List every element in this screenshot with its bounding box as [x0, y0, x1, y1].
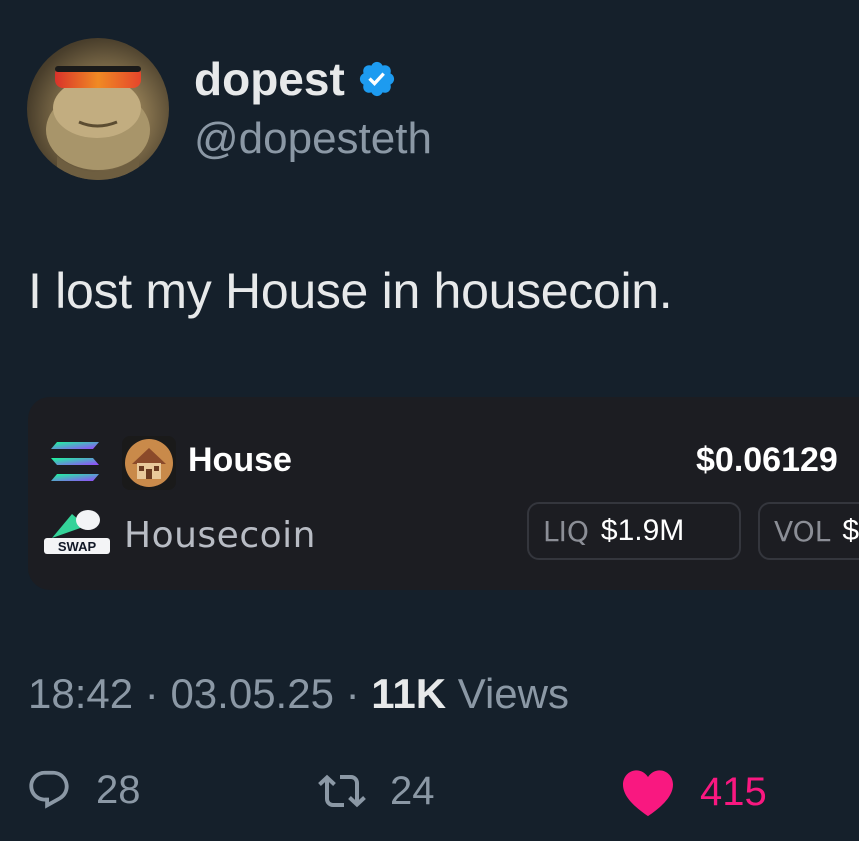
token-symbol: House [188, 441, 292, 479]
token-price: $0.06129 [696, 441, 838, 479]
meta-separator: · [345, 670, 360, 717]
tweet-meta: 18:42 · 03.05.25 · 11K Views [28, 670, 569, 718]
like-count: 415 [700, 769, 767, 814]
retweet-count: 24 [390, 768, 435, 813]
liquidity-value: $1.9M [600, 514, 685, 547]
author-display-name-row[interactable]: dopest [194, 52, 397, 106]
tweet-date[interactable]: 03.05.25 [170, 670, 334, 717]
retweet-button[interactable]: 24 [318, 767, 435, 815]
author-handle[interactable]: @dopesteth [194, 114, 432, 164]
swap-logo: SWAP [44, 510, 110, 554]
token-card[interactable]: House $0.06129 SWAP Housecoin LIQ $1.9M … [28, 397, 859, 590]
heart-icon [623, 770, 673, 817]
retweet-icon [318, 774, 366, 808]
views-count[interactable]: 11K [371, 670, 446, 717]
liquidity-label: LIQ [543, 514, 589, 548]
reply-count: 28 [96, 767, 141, 812]
avatar-frog-image [46, 66, 150, 180]
tweet-text: I lost my House in housecoin. [28, 263, 673, 319]
reply-button[interactable]: 28 [26, 767, 141, 813]
swap-logo-text: SWAP [58, 539, 97, 554]
meta-separator: · [144, 670, 159, 717]
liquidity-pill: LIQ $1.9M [527, 502, 741, 560]
like-button[interactable]: 415 [620, 767, 767, 817]
tweet-time[interactable]: 18:42 [28, 670, 133, 717]
reply-icon [29, 770, 69, 809]
author-display-name[interactable]: dopest [194, 52, 345, 106]
views-label[interactable]: Views [458, 670, 569, 717]
volume-value: $ [842, 514, 859, 547]
volume-pill: VOL $ [758, 502, 859, 560]
tweet-page: dopest @dopesteth I lost my House in hou… [0, 0, 859, 841]
volume-label: VOL [774, 514, 831, 548]
token-name: Housecoin [124, 515, 316, 556]
verified-badge-icon [359, 61, 394, 97]
solana-icon [51, 442, 99, 481]
house-token-image [122, 436, 176, 490]
avatar[interactable] [27, 38, 169, 180]
